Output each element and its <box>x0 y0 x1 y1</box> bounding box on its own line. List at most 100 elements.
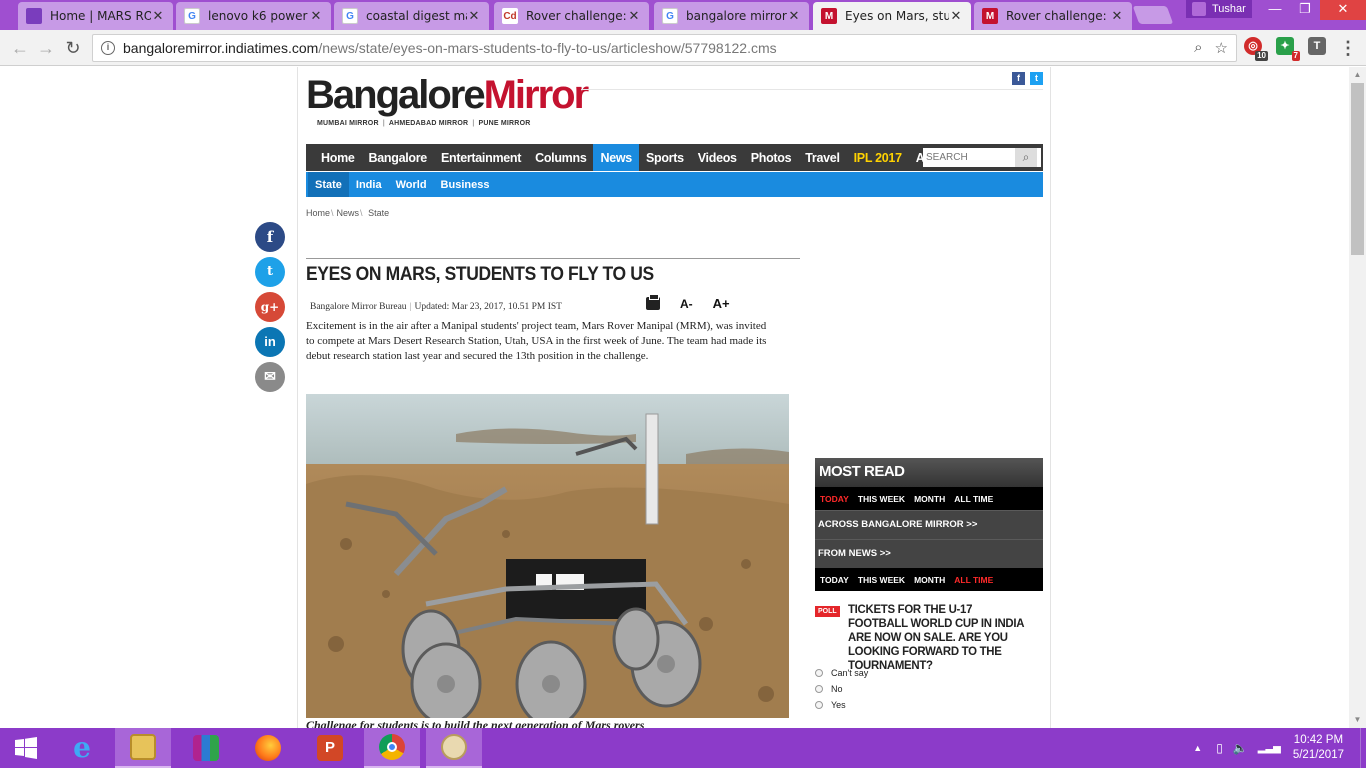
forward-icon[interactable]: → <box>34 36 58 60</box>
file-explorer-icon[interactable] <box>115 728 171 768</box>
subnav-india[interactable]: India <box>349 172 389 197</box>
print-icon[interactable] <box>646 294 660 310</box>
minimize-icon[interactable]: — <box>1260 0 1290 20</box>
breadcrumb-link[interactable]: News <box>337 208 360 218</box>
tab-month[interactable]: MONTH <box>914 494 945 504</box>
facebook-share-icon[interactable]: f <box>255 222 285 252</box>
nav-sports[interactable]: Sports <box>639 144 691 171</box>
logo-text: Bangalore <box>306 73 486 117</box>
nav-home[interactable]: Home <box>314 144 362 171</box>
restore-icon[interactable]: ❐ <box>1290 0 1320 20</box>
scrollbar-thumb[interactable] <box>1351 83 1364 255</box>
search-icon[interactable]: ⌕ <box>1015 148 1037 167</box>
info-icon[interactable]: i <box>101 41 115 55</box>
browser-tab[interactable]: Home | MARS ROVER MANIPAL ✕ <box>18 2 173 30</box>
browser-tab[interactable]: G coastal digest manipal ✕ <box>334 2 489 30</box>
tab-all-time[interactable]: ALL TIME <box>954 494 993 504</box>
browser-tab-active[interactable]: M Eyes on Mars, students ✕ <box>813 2 971 30</box>
nav-videos[interactable]: Videos <box>691 144 744 171</box>
close-icon[interactable]: ✕ <box>949 8 963 24</box>
subnav-state[interactable]: State <box>308 172 349 197</box>
search-input[interactable] <box>923 149 1015 166</box>
poll-option[interactable]: Can't say <box>815 668 868 678</box>
firefox-icon[interactable] <box>240 728 296 768</box>
show-hidden-icons-icon[interactable]: ▲ <box>1193 743 1202 753</box>
start-button[interactable] <box>0 728 52 768</box>
close-icon[interactable]: ✕ <box>467 8 481 24</box>
paint-icon[interactable] <box>426 728 482 768</box>
nav-columns[interactable]: Columns <box>528 144 593 171</box>
menu-icon[interactable]: ⋮ <box>1336 36 1360 60</box>
email-share-icon[interactable]: ✉ <box>255 362 285 392</box>
facebook-icon[interactable]: f <box>1012 72 1025 85</box>
tab-today[interactable]: TODAY <box>820 575 849 585</box>
browser-tab[interactable]: Cd Rover challenge: Manipal ✕ <box>494 2 649 30</box>
linkedin-share-icon[interactable]: in <box>255 327 285 357</box>
new-tab-button[interactable] <box>1132 6 1174 24</box>
address-bar[interactable]: i bangaloremirror.indiatimes.com/news/st… <box>92 34 1237 62</box>
text-smaller-button[interactable]: A- <box>680 297 693 311</box>
nav-travel[interactable]: Travel <box>798 144 846 171</box>
browser-tab[interactable]: G bangalore mirror mars ✕ <box>654 2 809 30</box>
poll-option[interactable]: No <box>815 684 843 694</box>
tab-today[interactable]: TODAY <box>820 494 849 504</box>
extension-t-icon[interactable]: T <box>1308 37 1326 55</box>
text-larger-button[interactable]: A+ <box>713 296 730 311</box>
nav-ipl[interactable]: IPL 2017 <box>847 144 909 171</box>
site-logo[interactable]: BangaloreMirror <box>306 73 589 117</box>
page-scrollbar[interactable]: ▲ ▼ <box>1349 67 1366 728</box>
twitter-share-icon[interactable]: t <box>255 257 285 287</box>
twitter-icon[interactable]: t <box>1030 72 1043 85</box>
network-icon[interactable]: ▂▃▅ <box>1258 743 1281 754</box>
from-news-link[interactable]: FROM NEWS >> <box>815 539 1043 568</box>
powerpoint-icon[interactable]: P <box>302 728 358 768</box>
back-icon[interactable]: ← <box>8 36 32 60</box>
rover-photo[interactable] <box>306 394 789 718</box>
extension-red-icon[interactable]: ◎ 10 <box>1244 37 1268 61</box>
across-bangalore-mirror-link[interactable]: ACROSS BANGALORE MIRROR >> <box>815 510 1043 539</box>
scroll-down-icon[interactable]: ▼ <box>1349 712 1366 728</box>
browser-tab[interactable]: M Rover challenge: Desi ✕ <box>974 2 1132 30</box>
profile-button[interactable]: Tushar <box>1186 0 1252 18</box>
window-close-icon[interactable]: ✕ <box>1320 0 1366 20</box>
google-plus-share-icon[interactable]: g+ <box>255 292 285 322</box>
zoom-icon[interactable]: ⌕ <box>1194 39 1202 57</box>
nav-news[interactable]: News <box>593 144 639 171</box>
close-icon[interactable]: ✕ <box>787 8 801 24</box>
poll-option[interactable]: Yes <box>815 700 846 710</box>
scroll-up-icon[interactable]: ▲ <box>1349 67 1366 83</box>
bookmark-star-icon[interactable]: ☆ <box>1215 39 1228 57</box>
show-desktop-button[interactable] <box>1360 728 1366 768</box>
subnav-world[interactable]: World <box>389 172 434 197</box>
extension-green-icon[interactable]: ✦ 7 <box>1276 37 1300 61</box>
nav-entertainment[interactable]: Entertainment <box>434 144 528 171</box>
sister-site-link[interactable]: AHMEDABAD MIRROR <box>389 120 468 127</box>
tab-all-time[interactable]: ALL TIME <box>954 575 993 585</box>
nav-bangalore[interactable]: Bangalore <box>362 144 434 171</box>
close-icon[interactable]: ✕ <box>151 8 165 24</box>
close-icon[interactable]: ✕ <box>627 8 641 24</box>
internet-explorer-icon[interactable]: e <box>56 728 108 768</box>
radio-button[interactable] <box>815 701 823 709</box>
poll-question: TICKETS FOR THE U-17 FOOTBALL WORLD CUP … <box>848 602 1024 672</box>
subnav-business[interactable]: Business <box>434 172 497 197</box>
clock[interactable]: 10:42 PM 5/21/2017 <box>1293 733 1344 763</box>
chrome-icon[interactable] <box>364 728 420 768</box>
browser-tab[interactable]: G lenovo k6 power android ✕ <box>176 2 331 30</box>
close-icon[interactable]: ✕ <box>309 8 323 24</box>
tab-this-week[interactable]: THIS WEEK <box>858 575 905 585</box>
radio-button[interactable] <box>815 685 823 693</box>
radio-button[interactable] <box>815 669 823 677</box>
nav-photos[interactable]: Photos <box>744 144 799 171</box>
sister-site-link[interactable]: MUMBAI MIRROR <box>317 120 379 127</box>
close-icon[interactable]: ✕ <box>1110 8 1124 24</box>
volume-icon[interactable]: 🔈 <box>1233 741 1248 755</box>
sister-site-link[interactable]: PUNE MIRROR <box>478 120 530 127</box>
device-icon[interactable]: ▯ <box>1216 741 1223 755</box>
bangalore-mirror-icon: M <box>982 8 998 24</box>
reload-icon[interactable]: ↻ <box>61 36 85 60</box>
tab-this-week[interactable]: THIS WEEK <box>858 494 905 504</box>
tab-month[interactable]: MONTH <box>914 575 945 585</box>
breadcrumb-link[interactable]: Home <box>306 208 330 218</box>
winrar-icon[interactable] <box>178 728 234 768</box>
